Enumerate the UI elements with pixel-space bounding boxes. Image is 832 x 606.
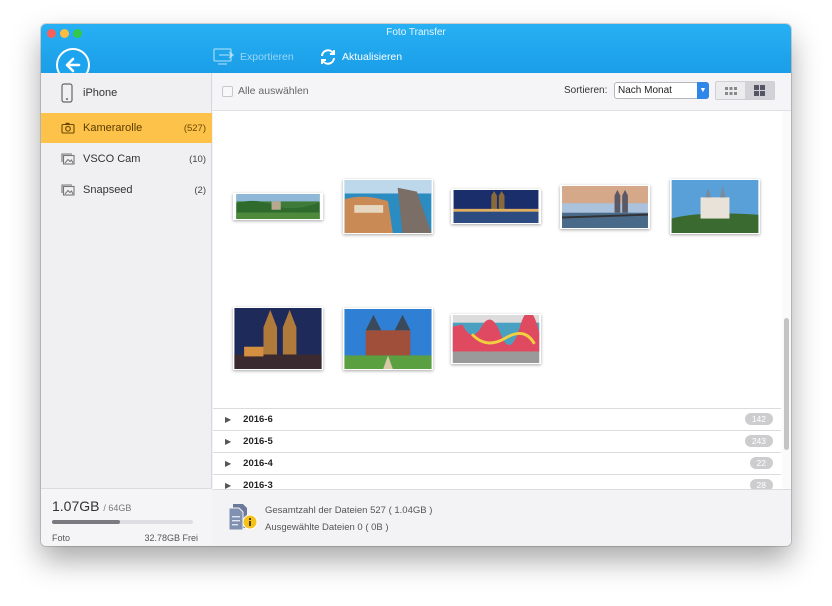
photo-thumbnail[interactable] xyxy=(233,307,323,370)
total-files-text: Gesamtzahl der Dateien 527 ( 1.04GB ) xyxy=(265,505,433,516)
chevron-down-icon: ▼ xyxy=(697,82,709,99)
album-icon xyxy=(61,184,75,196)
photo-thumbnail[interactable] xyxy=(343,179,433,234)
main-header: Alle auswählen Sortieren: Nach Monat ▼ xyxy=(213,73,791,111)
photo-thumbnail[interactable] xyxy=(233,193,323,220)
device-name: iPhone xyxy=(83,87,118,99)
month-group-label: 2016-4 xyxy=(243,458,273,469)
select-all-label: Alle auswählen xyxy=(238,85,309,97)
toolbar: Foto Transfer Exportieren Aktualisieren xyxy=(41,24,791,82)
sidebar-item-label: VSCO Cam xyxy=(83,153,141,165)
sidebar-item-label: Kamerarolle xyxy=(83,122,143,134)
file-info-icon xyxy=(228,504,258,531)
album-icon xyxy=(61,153,75,165)
sort-select[interactable]: Nach Monat ▼ xyxy=(614,82,709,99)
view-toggle xyxy=(715,81,775,100)
sidebar-item-snapseed[interactable]: Snapseed (2) xyxy=(41,175,212,205)
disclosure-triangle-icon[interactable]: ▶ xyxy=(225,459,231,468)
storage-free: 32.78GB Frei xyxy=(144,533,198,543)
camera-icon xyxy=(61,122,75,134)
storage-total: / 64GB xyxy=(103,503,132,513)
storage-used: 1.07GB / 64GB xyxy=(52,498,131,514)
arrow-left-icon xyxy=(65,57,81,73)
photo-thumbnail[interactable] xyxy=(343,308,433,370)
sidebar: iPhone Kamerarolle (527) VSCO Cam (10) S… xyxy=(41,73,212,546)
sidebar-item-vsco-cam[interactable]: VSCO Cam (10) xyxy=(41,144,212,174)
grid-view-icon xyxy=(754,85,765,96)
sidebar-item-camera-roll[interactable]: Kamerarolle (527) xyxy=(41,113,212,143)
sort-label: Sortieren: xyxy=(564,85,608,96)
photo-thumbnail[interactable] xyxy=(451,189,541,224)
disclosure-triangle-icon[interactable]: ▶ xyxy=(225,437,231,446)
photo-thumbnail[interactable] xyxy=(451,314,541,364)
month-group-label: 2016-6 xyxy=(243,414,273,425)
main-panel: Alle auswählen Sortieren: Nach Monat ▼ ▶… xyxy=(213,73,791,546)
export-button[interactable]: Exportieren xyxy=(213,48,294,66)
export-icon xyxy=(213,48,235,65)
selected-files-text: Ausgewählte Dateien 0 ( 0B ) xyxy=(265,522,389,533)
month-group-row[interactable]: ▶ 2016-4 22 xyxy=(213,452,781,474)
storage-bar-fill xyxy=(52,520,120,524)
select-all-checkbox[interactable]: Alle auswählen xyxy=(222,85,309,97)
refresh-label: Aktualisieren xyxy=(342,51,403,63)
scrollbar-track[interactable] xyxy=(782,111,791,513)
month-group-count: 142 xyxy=(744,413,773,425)
storage-used-value: 1.07GB xyxy=(52,498,100,514)
app-window: Foto Transfer Exportieren Aktualisieren xyxy=(41,24,791,546)
disclosure-triangle-icon[interactable]: ▶ xyxy=(225,415,231,424)
month-group-row[interactable]: ▶ 2016-5 243 xyxy=(213,430,781,452)
checkbox[interactable] xyxy=(222,85,233,97)
window-title: Foto Transfer xyxy=(386,27,446,38)
refresh-button[interactable]: Aktualisieren xyxy=(319,48,402,66)
sidebar-item-label: Snapseed xyxy=(83,184,133,196)
month-group-label: 2016-5 xyxy=(243,436,273,447)
photo-thumbnail[interactable] xyxy=(670,179,760,234)
photo-thumbnail[interactable] xyxy=(560,185,650,229)
list-view-icon xyxy=(724,86,737,95)
month-group-count: 243 xyxy=(744,435,773,447)
month-group-count: 22 xyxy=(749,457,773,469)
list-view-button[interactable] xyxy=(716,82,745,99)
refresh-icon xyxy=(321,49,335,65)
month-group-row[interactable]: ▶ 2016-6 142 xyxy=(213,408,781,430)
iphone-icon xyxy=(61,83,73,103)
device-item[interactable]: iPhone xyxy=(41,73,212,113)
storage-bar xyxy=(52,520,193,524)
storage-kind: Foto xyxy=(52,533,71,543)
sidebar-item-count: (10) xyxy=(189,153,206,165)
scrollbar-thumb[interactable] xyxy=(784,318,789,450)
sidebar-item-count: (2) xyxy=(194,184,206,196)
status-footer: Gesamtzahl der Dateien 527 ( 1.04GB ) Au… xyxy=(213,489,791,546)
sort-select-value: Nach Monat xyxy=(618,85,672,96)
storage-panel: 1.07GB / 64GB Foto 32.78GB Frei xyxy=(41,488,212,546)
export-label: Exportieren xyxy=(240,51,294,63)
sidebar-item-count: (527) xyxy=(183,122,206,134)
grid-view-button[interactable] xyxy=(745,82,774,99)
